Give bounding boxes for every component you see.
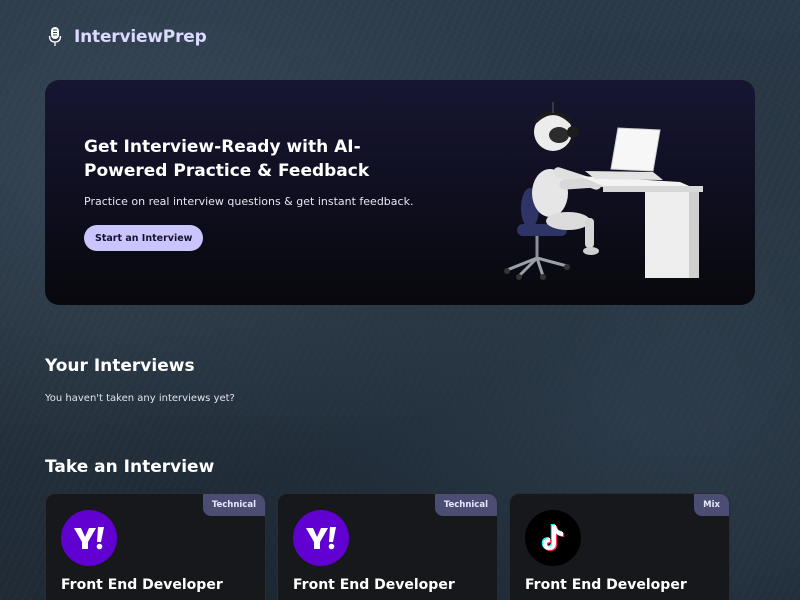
brand-name[interactable]: InterviewPrep xyxy=(74,27,207,47)
interview-card[interactable]: Technical Front End Developer xyxy=(45,493,266,600)
interview-role: Front End Developer xyxy=(293,577,455,593)
hero-title: Get Interview-Ready with AI-Powered Prac… xyxy=(84,137,370,181)
your-interviews-title: Your Interviews xyxy=(45,356,195,376)
yahoo-logo xyxy=(61,510,117,566)
page: InterviewPrep Get Interview-Ready with A… xyxy=(0,0,800,600)
microphone-icon xyxy=(48,27,62,46)
interview-type-badge: Mix xyxy=(694,494,729,516)
interview-card[interactable]: Mix Front End Developer xyxy=(509,493,730,600)
top-nav: InterviewPrep xyxy=(48,26,207,48)
interview-role: Front End Developer xyxy=(525,577,687,593)
interview-type-badge: Technical xyxy=(202,494,265,516)
interview-role: Front End Developer xyxy=(61,577,223,593)
hero-banner: Get Interview-Ready with AI-Powered Prac… xyxy=(45,80,755,305)
tiktok-logo xyxy=(525,510,581,566)
interview-type-badge: Technical xyxy=(434,494,497,516)
start-interview-button[interactable]: Start an Interview xyxy=(84,225,204,251)
no-interviews-message: You haven't taken any interviews yet? xyxy=(45,393,235,404)
hero-subtitle: Practice on real interview questions & g… xyxy=(84,195,414,208)
yahoo-logo xyxy=(293,510,349,566)
take-interview-title: Take an Interview xyxy=(45,457,215,477)
robot-at-desk-image xyxy=(504,102,703,280)
interview-card[interactable]: Technical Front End Developer xyxy=(277,493,498,600)
